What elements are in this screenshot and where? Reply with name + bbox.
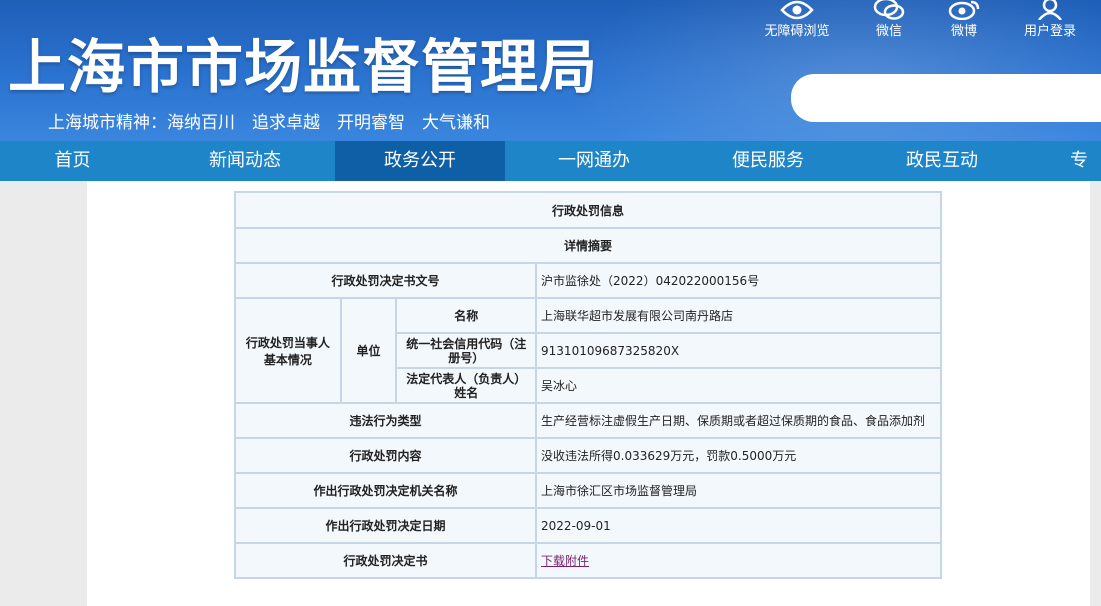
table-subtitle: 详情摘要 [234,227,942,264]
main-nav: 首页 新闻动态 政务公开 一网通办 便民服务 政民互动 专 [0,141,1101,181]
wechat-icon [873,0,905,20]
table-row: 违法行为类型 生产经营标注虚假生产日期、保质期或者超过保质期的食品、食品添加剂 [233,402,942,439]
table-row: 作出行政处罚决定机关名称 上海市徐汇区市场监督管理局 [233,472,942,509]
name-value: 上海联华超市发展有限公司南丹路店 [535,297,942,334]
user-icon [1038,0,1062,20]
table-row: 行政处罚信息 [234,191,942,229]
party-label: 行政处罚当事人基本情况 [234,297,342,404]
legal-rep-value: 吴冰心 [535,367,942,404]
table-row: 详情摘要 [234,227,942,264]
violation-type-label: 违法行为类型 [233,402,538,439]
decision-date-value: 2022-09-01 [535,507,942,544]
nav-item-home[interactable]: 首页 [0,141,145,181]
table-row: 行政处罚决定书文号 沪市监徐处（2022）042022000156号 [233,262,942,299]
user-login-label: 用户登录 [1023,24,1076,39]
doc-no-label: 行政处罚决定书文号 [233,262,538,299]
authority-label: 作出行政处罚决定机关名称 [233,472,538,509]
weibo-label: 微博 [950,24,977,39]
decision-doc-cell: 下载附件 [535,542,942,579]
accessibility-label: 无障碍浏览 [764,24,830,39]
table-title: 行政处罚信息 [234,191,942,229]
nav-item-public-services[interactable]: 便民服务 [683,141,853,181]
authority-value: 上海市徐汇区市场监督管理局 [535,472,942,509]
site-title[interactable]: 上海市市场监督管理局 [8,34,598,100]
doc-no-value: 沪市监徐处（2022）042022000156号 [535,262,942,299]
nav-item-news[interactable]: 新闻动态 [145,141,345,181]
site-header: 上海市市场监督管理局 上海城市精神：海纳百川 追求卓越 开明睿智 大气谦和 无障… [0,0,1101,141]
nav-item-special[interactable]: 专 [1070,141,1101,181]
user-login-link[interactable]: 用户登录 [1005,0,1095,39]
penalty-content-value: 没收违法所得0.033629万元，罚款0.5000万元 [535,437,942,474]
table-row: 行政处罚决定书 下载附件 [233,542,942,579]
accessibility-link[interactable]: 无障碍浏览 [752,0,842,39]
table-row: 行政处罚内容 没收违法所得0.033629万元，罚款0.5000万元 [233,437,942,474]
table-row: 作出行政处罚决定日期 2022-09-01 [233,507,942,544]
credit-code-label: 统一社会信用代码（注册号） [395,332,538,369]
penalty-info-table: 行政处罚信息 详情摘要 行政处罚决定书文号 沪市监徐处（2022）0420220… [233,191,942,579]
penalty-content-label: 行政处罚内容 [233,437,538,474]
credit-code-value: 91310109687325820X [535,332,942,369]
unit-label: 单位 [339,297,398,404]
nav-item-government-affairs[interactable]: 政务公开 [335,141,505,181]
weibo-icon [948,0,980,20]
violation-type-value: 生产经营标注虚假生产日期、保质期或者超过保质期的食品、食品添加剂 [535,402,942,439]
search-input[interactable] [791,74,1101,122]
page-gutter [1090,181,1101,606]
decision-doc-label: 行政处罚决定书 [233,542,538,579]
eye-icon [780,0,814,20]
name-label: 名称 [395,297,538,334]
city-motto: 上海城市精神：海纳百川 追求卓越 开明睿智 大气谦和 [48,113,490,133]
table-row: 行政处罚当事人基本情况 单位 名称 上海联华超市发展有限公司南丹路店 [234,297,942,404]
legal-rep-label: 法定代表人（负责人）姓名 [395,367,538,404]
decision-date-label: 作出行政处罚决定日期 [233,507,538,544]
download-attachment-link[interactable]: 下载附件 [541,554,589,568]
nav-item-interaction[interactable]: 政民互动 [853,141,1031,181]
nav-item-online-services[interactable]: 一网通办 [505,141,683,181]
weibo-link[interactable]: 微博 [919,0,1009,39]
